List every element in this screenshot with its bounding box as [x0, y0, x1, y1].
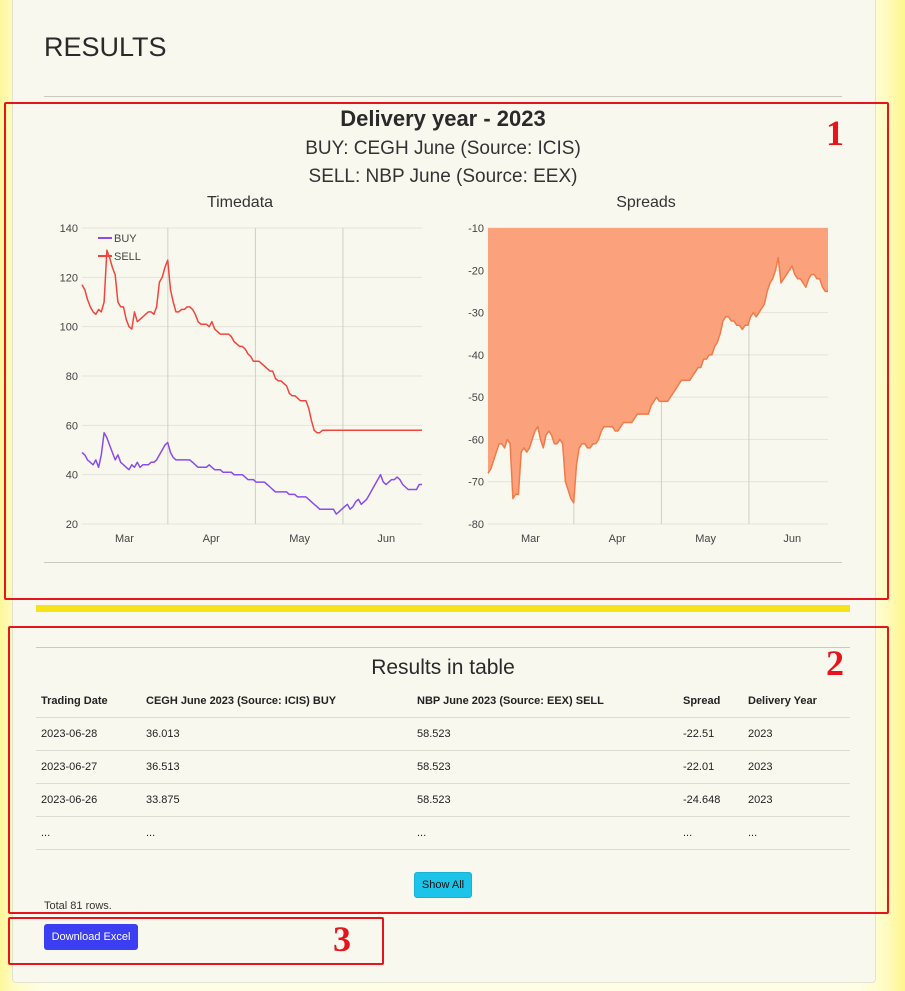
annotation-number-3: 3	[333, 919, 351, 959]
annotation-box-3	[8, 917, 384, 965]
divider-top	[44, 96, 842, 97]
annotation-box-1	[4, 102, 889, 600]
annotation-number-2: 2	[826, 643, 844, 683]
page-title: RESULTS	[44, 32, 167, 62]
annotation-number-1: 1	[826, 113, 844, 153]
annotation-box-2	[8, 626, 889, 914]
section-separator	[36, 605, 850, 612]
